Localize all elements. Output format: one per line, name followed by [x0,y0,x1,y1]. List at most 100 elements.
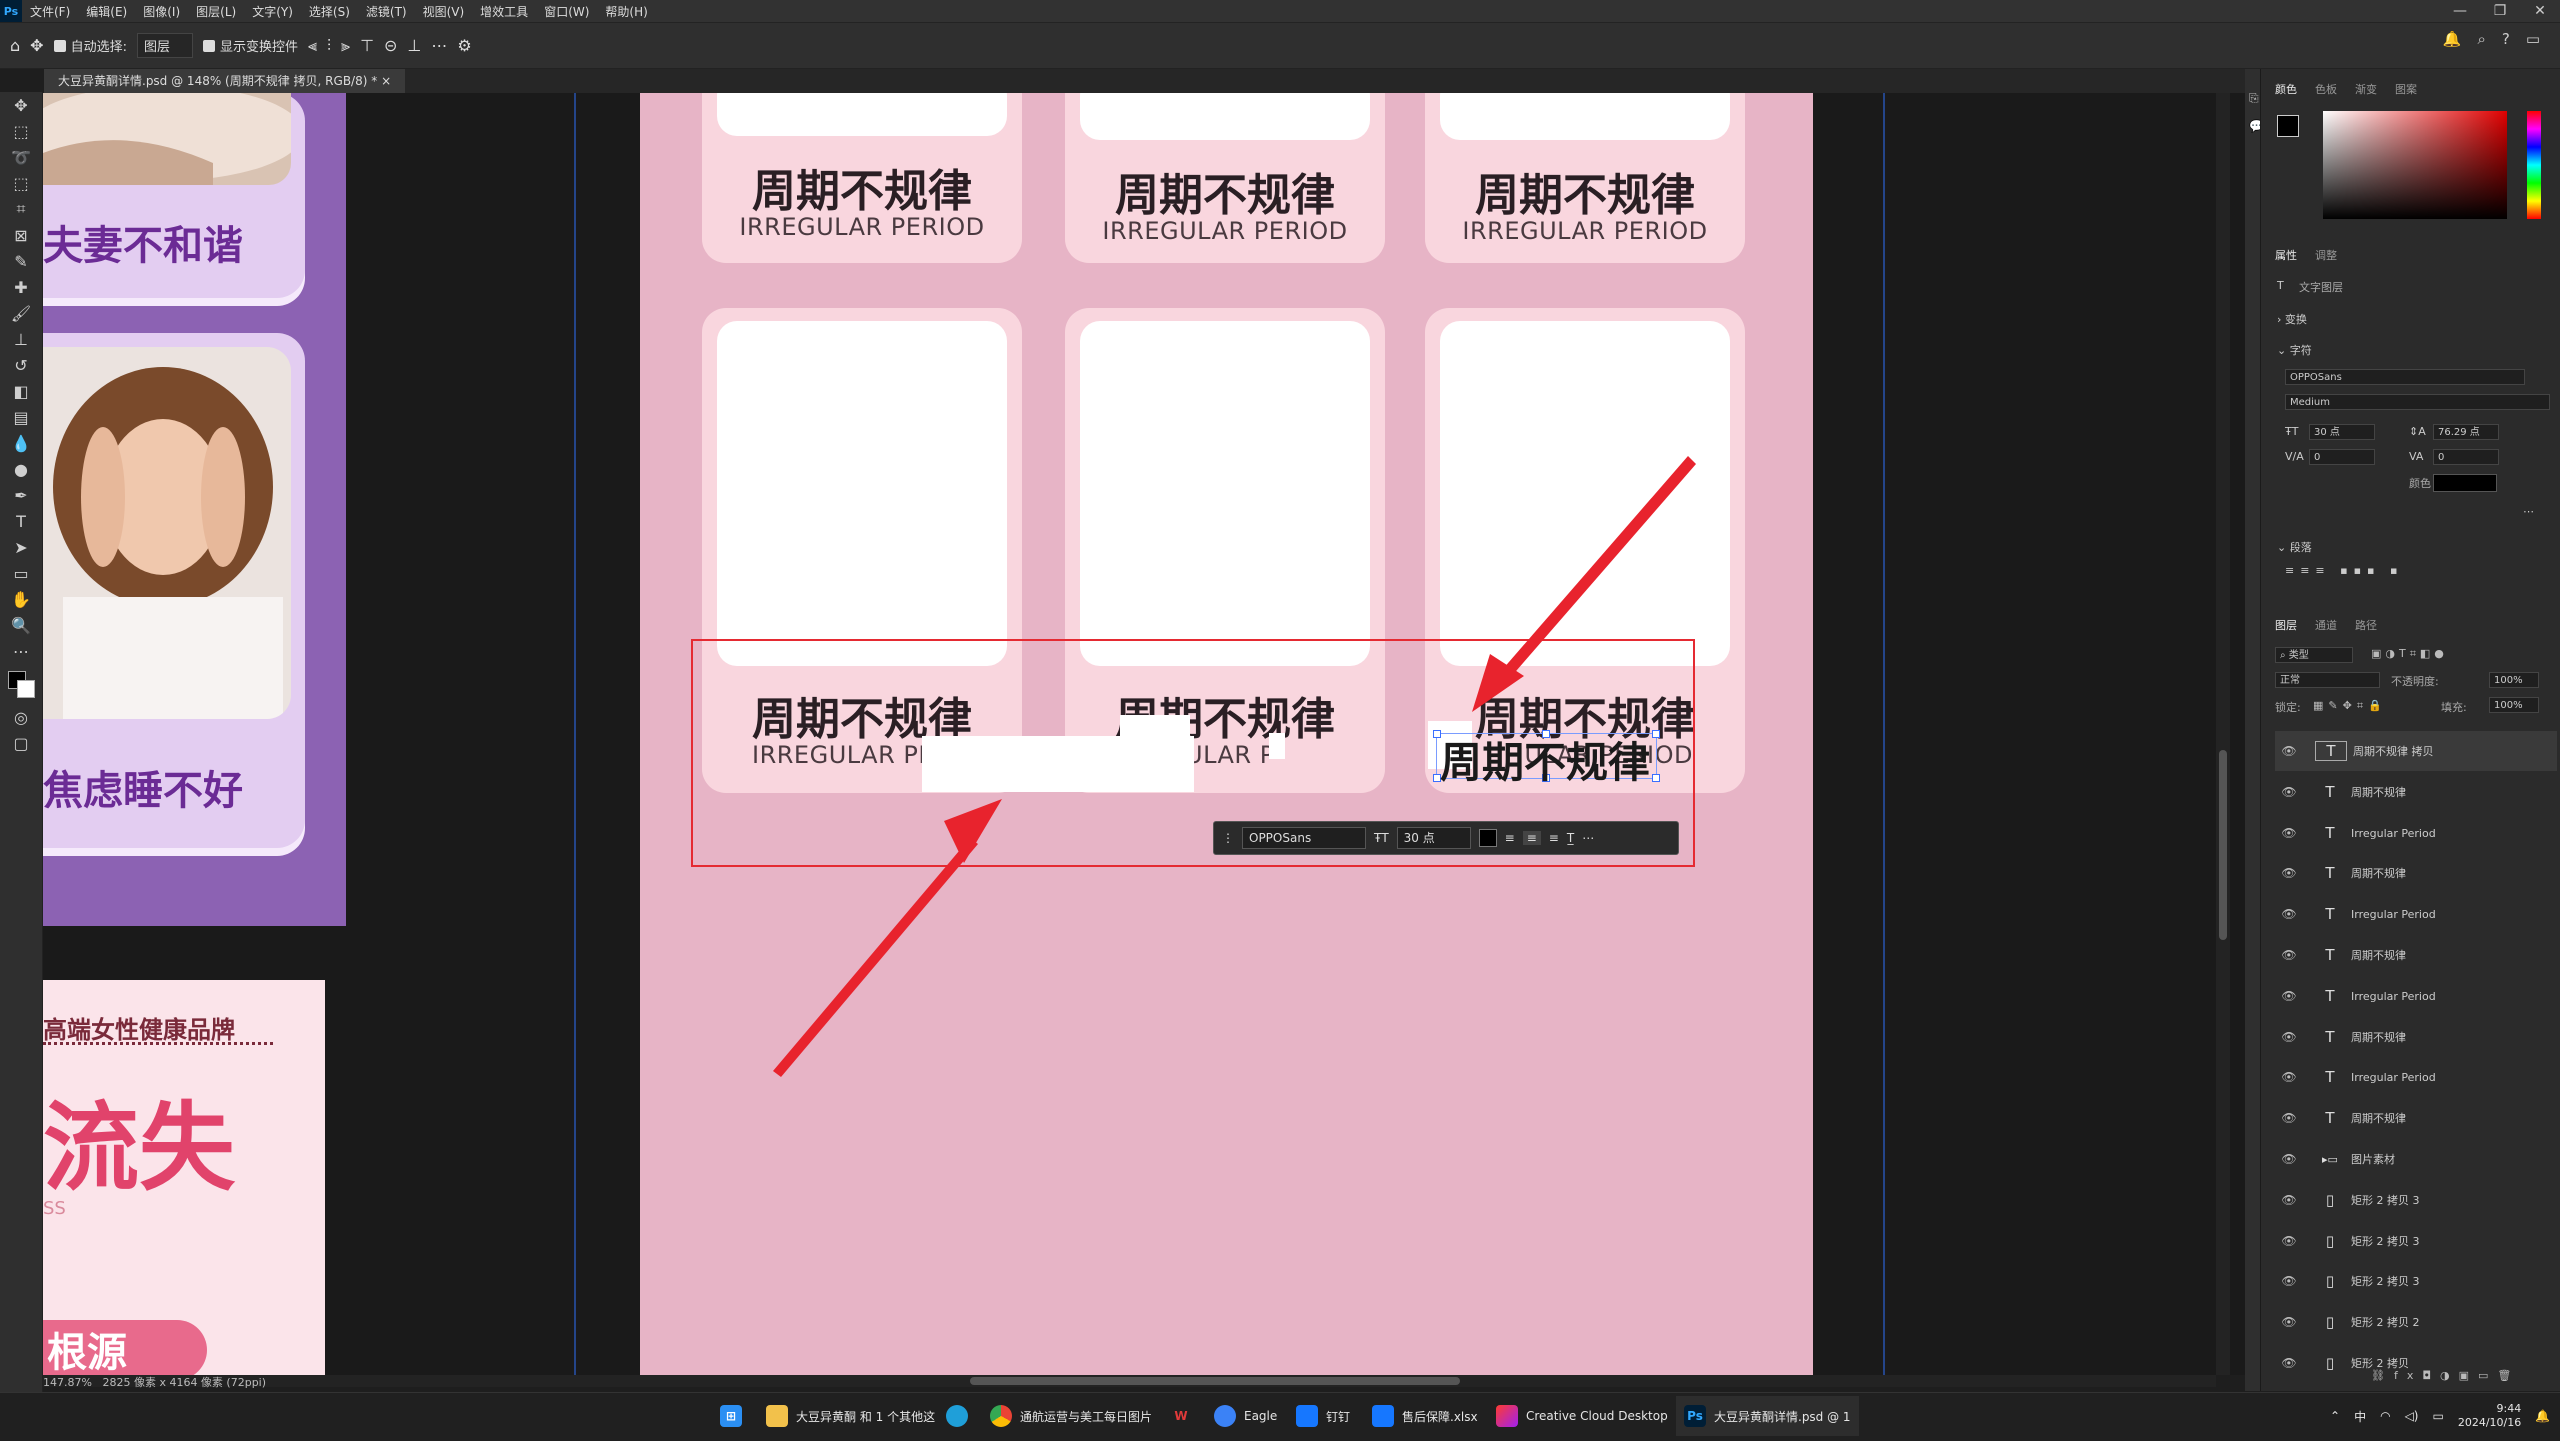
zoom-level[interactable]: 147.87% [43,1376,92,1389]
menu-select[interactable]: 选择(S) [301,3,358,20]
layer-row[interactable]: 👁 T 周期不规律 [2275,853,2557,893]
layer-name[interactable]: 矩形 2 拷贝 3 [2351,1192,2420,1208]
taskbar-chrome[interactable]: 通航运营与美工每日图片 [990,1396,1152,1436]
tab-paths[interactable]: 路径 [2355,617,2377,633]
layer-name[interactable]: 周期不规律 拷贝 [2353,743,2434,759]
tab-gradients[interactable]: 渐变 [2355,81,2377,97]
paragraph-align-icons[interactable]: ≡≡≡ ▪▪▪ ▪ [2285,564,2403,577]
minimize-icon[interactable]: — [2440,0,2480,22]
battery-icon[interactable]: ▭ [2432,1409,2443,1423]
auto-select-checkbox[interactable]: 自动选择: [53,36,127,55]
layer-row[interactable]: 👁 T 周期不规律 拷贝 [2275,731,2557,771]
visibility-eye-icon[interactable]: 👁 [2275,1111,2303,1125]
visibility-eye-icon[interactable]: 👁 [2275,1070,2303,1084]
auto-select-target-dropdown[interactable]: 图层 [136,33,193,58]
layer-name[interactable]: Irregular Period [2351,1071,2436,1084]
more-options-icon[interactable]: ⋯ [2523,505,2534,518]
wifi-icon[interactable]: ◠ [2380,1409,2390,1423]
taskbar-edge[interactable] [946,1396,968,1436]
start-button[interactable]: ⊞ [720,1396,742,1436]
pen-tool-icon[interactable]: ✒ [0,482,42,508]
layer-row[interactable]: 👁 ▯ 矩形 2 拷贝 2 [2275,1302,2557,1342]
menu-type[interactable]: 文字(Y) [244,3,301,20]
tab-channels[interactable]: 通道 [2315,617,2337,633]
volume-icon[interactable]: ◁) [2405,1409,2419,1423]
opacity-field[interactable]: 100% [2489,672,2539,688]
layer-row[interactable]: 👁 ▯ 矩形 2 拷贝 3 [2275,1180,2557,1220]
color-picker-field[interactable] [2323,111,2507,219]
dodge-tool-icon[interactable]: ● [0,456,42,482]
layer-name[interactable]: 周期不规律 [2351,784,2406,800]
layer-name[interactable]: Irregular Period [2351,990,2436,1003]
tab-swatches[interactable]: 色板 [2315,81,2337,97]
close-icon[interactable]: ✕ [2520,0,2560,22]
help-icon[interactable]: ? [2502,30,2510,48]
eraser-tool-icon[interactable]: ◧ [0,378,42,404]
menu-view[interactable]: 视图(V) [415,3,473,20]
leading-field[interactable]: 76.29 点 [2433,424,2499,440]
align-top-icon[interactable]: ⊤ [360,36,374,55]
move-tool-icon[interactable]: ✥ [0,92,42,118]
taskbar-explorer[interactable]: 大豆异黄酮 和 1 个其他这 [766,1396,935,1436]
lasso-tool-icon[interactable]: ➰ [0,144,42,170]
layer-row[interactable]: 👁 ▯ 矩形 2 拷贝 3 [2275,1221,2557,1261]
canvas-area[interactable]: 夫妻不和谐 焦虑睡不好 高端女性健康品牌 流失 SS 根源 周期不规律 IRRE… [43,93,2253,1375]
fill-field[interactable]: 100% [2489,697,2539,713]
tab-adjustments[interactable]: 调整 [2315,247,2337,263]
eyedropper-tool-icon[interactable]: ✎ [0,248,42,274]
search-icon[interactable]: ⌕ [2477,30,2485,48]
tab-close-icon[interactable]: × [381,74,391,88]
tab-properties[interactable]: 属性 [2275,247,2297,263]
history-brush-icon[interactable]: ↺ [0,352,42,378]
layer-row[interactable]: 👁 T 周期不规律 [2275,935,2557,975]
visibility-eye-icon[interactable]: 👁 [2275,866,2303,880]
quick-mask-icon[interactable]: ◎ [0,704,42,730]
layer-name[interactable]: 矩形 2 拷贝 3 [2351,1233,2420,1249]
font-family-dropdown[interactable]: OPPOSans [2285,369,2525,385]
tracking-field[interactable]: 0 [2433,449,2499,465]
visibility-eye-icon[interactable]: 👁 [2275,1274,2303,1288]
layer-row[interactable]: 👁 T 周期不规律 [2275,1098,2557,1138]
frame-tool-icon[interactable]: ⊠ [0,222,42,248]
more-icon[interactable]: ⋯ [431,36,447,55]
visibility-eye-icon[interactable]: 👁 [2275,785,2303,799]
align-center-icon[interactable]: ⫶ [327,36,331,56]
layer-name[interactable]: 周期不规律 [2351,947,2406,963]
menu-help[interactable]: 帮助(H) [597,3,655,20]
tab-layers[interactable]: 图层 [2275,617,2297,633]
visibility-eye-icon[interactable]: 👁 [2275,1152,2303,1166]
notification-icon[interactable]: 🔔 [2535,1409,2550,1423]
layer-name[interactable]: Irregular Period [2351,908,2436,921]
blend-mode-dropdown[interactable]: 正常 [2275,672,2380,688]
layer-row[interactable]: 👁 T 周期不规律 [2275,772,2557,812]
layer-name[interactable]: 周期不规律 [2351,1110,2406,1126]
move-tool-icon[interactable]: ✥ [30,36,43,55]
crop-tool-icon[interactable]: ⌗ [0,196,42,222]
horizontal-scroll-thumb[interactable] [970,1377,1460,1385]
document-tab[interactable]: 大豆异黄酮详情.psd @ 148% (周期不规律 拷贝, RGB/8) * × [44,69,406,93]
menu-file[interactable]: 文件(F) [22,3,78,20]
visibility-eye-icon[interactable]: 👁 [2275,1193,2303,1207]
layer-row[interactable]: 👁 ▸▭ 图片素材 [2275,1139,2557,1179]
layer-footer-icons[interactable]: ⛓fx◘◑▣▭🗑 [2371,1369,2520,1382]
character-section[interactable]: ⌄ 字符 [2277,342,2312,358]
visibility-eye-icon[interactable]: 👁 [2275,1030,2303,1044]
tray-chevron-icon[interactable]: ⌃ [2330,1409,2340,1423]
visibility-eye-icon[interactable]: 👁 [2275,1315,2303,1329]
healing-tool-icon[interactable]: ✚ [0,274,42,300]
visibility-eye-icon[interactable]: 👁 [2275,1234,2303,1248]
home-icon[interactable]: ⌂ [10,36,20,55]
clock[interactable]: 9:44 2024/10/16 [2458,1402,2521,1430]
taskbar-photoshop[interactable]: Ps 大豆异黄酮详情.psd @ 1 [1676,1396,1859,1436]
restore-icon[interactable]: ❐ [2480,0,2520,22]
visibility-eye-icon[interactable]: 👁 [2275,948,2303,962]
taskbar-eagle[interactable]: Eagle [1214,1396,1277,1436]
blur-tool-icon[interactable]: 💧 [0,430,42,456]
layer-row[interactable]: 👁 ▯ 矩形 2 拷贝 3 [2275,1261,2557,1301]
transform-section[interactable]: › 变换 [2277,311,2307,327]
ime-indicator[interactable]: 中 [2354,1408,2366,1425]
paragraph-section[interactable]: ⌄ 段落 [2277,539,2312,555]
settings-gear-icon[interactable]: ⚙ [457,36,471,55]
show-transform-controls-checkbox[interactable]: 显示变换控件 [202,36,298,55]
marquee-tool-icon[interactable]: ⬚ [0,118,42,144]
